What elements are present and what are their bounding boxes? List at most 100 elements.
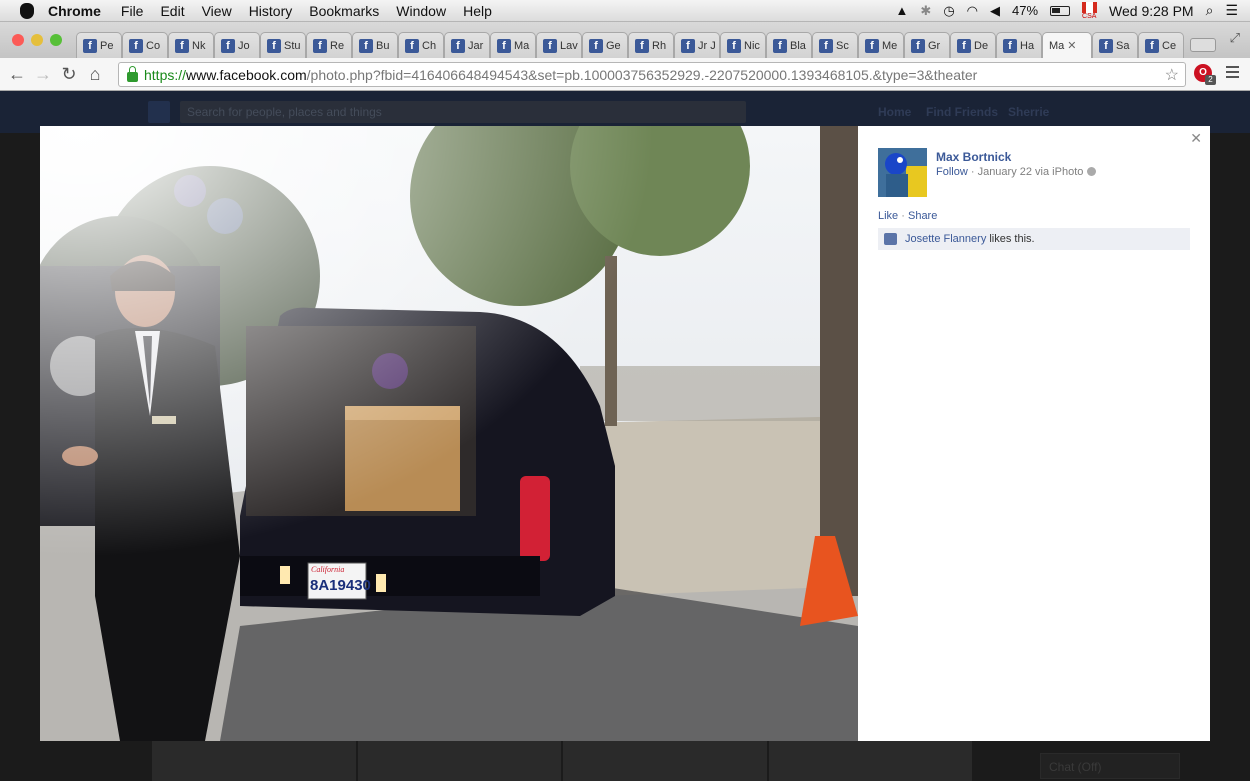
tab[interactable]: f Ge — [582, 32, 628, 58]
photo[interactable]: California 8A19430 — [40, 126, 858, 741]
facebook-favicon-icon: f — [497, 38, 511, 53]
close-icon[interactable]: ✕ — [1190, 130, 1202, 147]
address-bar[interactable]: https:// www.facebook.com /photo.php?fbi… — [118, 62, 1186, 87]
tab[interactable]: f Sa — [1092, 32, 1138, 58]
chrome-menu-icon[interactable] — [1226, 66, 1239, 81]
nav-user[interactable]: Sherrie — [1008, 105, 1049, 119]
share-link[interactable]: Share — [908, 210, 937, 222]
facebook-favicon-icon: f — [129, 38, 143, 53]
nav-home[interactable]: Home — [878, 105, 911, 119]
chat-bar[interactable]: Chat (Off) — [1040, 753, 1180, 779]
facebook-favicon-icon: f — [359, 38, 373, 53]
tab[interactable]: f Jr J — [674, 32, 720, 58]
tab-close-icon[interactable]: ✕ — [1067, 39, 1076, 52]
url-host: www.facebook.com — [186, 66, 307, 83]
license-plate-text: 8A19430 — [310, 577, 371, 594]
menu-file[interactable]: File — [121, 3, 144, 19]
thumbnail[interactable] — [152, 740, 356, 781]
reload-button[interactable]: ↻ — [56, 64, 82, 85]
time-machine-icon[interactable]: ◷ — [943, 3, 954, 19]
minimize-window-button[interactable] — [31, 34, 43, 46]
like-link[interactable]: Like — [878, 210, 898, 222]
tab[interactable]: f Nk — [168, 32, 214, 58]
photo-thumbnail-strip — [152, 740, 972, 781]
lock-icon[interactable] — [127, 65, 138, 82]
tab[interactable]: f Me — [858, 32, 904, 58]
url-path: /photo.php?fbid=416406648494543&set=pb.1… — [306, 66, 978, 83]
tab-label: Ce — [1162, 39, 1177, 52]
plate-state-label: California — [311, 565, 344, 574]
photo-actions: Like · Share — [878, 210, 937, 222]
menu-help[interactable]: Help — [463, 3, 492, 19]
tab[interactable]: f Nic — [720, 32, 766, 58]
tab-label: Nic — [744, 39, 760, 52]
thumbnail[interactable] — [768, 740, 972, 781]
thumbnail[interactable] — [357, 740, 561, 781]
tab[interactable]: f Ha — [996, 32, 1042, 58]
apple-icon[interactable] — [20, 2, 34, 19]
tab-label: Ma — [1049, 39, 1065, 52]
input-flag-icon[interactable] — [1082, 1, 1098, 13]
facebook-favicon-icon: f — [635, 38, 649, 53]
home-button[interactable]: ⌂ — [82, 64, 108, 85]
liker-name-link[interactable]: Josette Flannery — [905, 233, 986, 245]
facebook-favicon-icon: f — [221, 38, 235, 53]
search-input[interactable]: Search for people, places and things — [180, 101, 746, 123]
tab[interactable]: f Jo — [214, 32, 260, 58]
photo-theater: California 8A19430 ✕ Max Bortnick Follow… — [40, 126, 1210, 741]
nav-find-friends[interactable]: Find Friends — [926, 105, 998, 119]
tab-label: Ma — [514, 39, 530, 52]
menu-view[interactable]: View — [202, 3, 232, 19]
facebook-favicon-icon: f — [267, 38, 281, 53]
tab[interactable]: f Re — [306, 32, 352, 58]
menu-window[interactable]: Window — [396, 3, 446, 19]
fullscreen-icon[interactable]: ⤢ — [1230, 30, 1240, 46]
wifi-icon[interactable]: ◠ — [967, 3, 978, 19]
bookmark-star-icon[interactable]: ☆ — [1165, 65, 1179, 85]
spotlight-icon[interactable]: ⌕ — [1206, 2, 1214, 19]
follow-link[interactable]: Follow — [936, 166, 968, 178]
bluetooth-icon[interactable]: ✱ — [920, 3, 931, 19]
battery-icon[interactable] — [1050, 5, 1071, 16]
volume-icon[interactable]: ◀ — [990, 3, 1000, 19]
thumbnail[interactable] — [563, 740, 767, 781]
tab[interactable]: f Stu — [260, 32, 306, 58]
tab-active[interactable]: Ma ✕ — [1042, 32, 1092, 58]
tab[interactable]: f Rh — [628, 32, 674, 58]
flashlight-icon[interactable]: ▲ — [896, 3, 909, 18]
menu-history[interactable]: History — [249, 3, 293, 19]
menu-app-chrome[interactable]: Chrome — [48, 3, 101, 19]
tab[interactable]: f Sc — [812, 32, 858, 58]
tab[interactable]: f Ce — [1138, 32, 1184, 58]
forward-button[interactable]: → — [30, 64, 56, 85]
back-button[interactable]: ← — [4, 64, 30, 85]
zoom-window-button[interactable] — [50, 34, 62, 46]
tab-label: Co — [146, 39, 161, 52]
battery-percent: 47% — [1012, 3, 1039, 18]
menubar-clock[interactable]: Wed 9:28 PM — [1109, 3, 1194, 19]
tab[interactable]: f Pe — [76, 32, 122, 58]
tab[interactable]: f Ma — [490, 32, 536, 58]
extension-badge: 2 — [1205, 75, 1216, 85]
tab[interactable]: f De — [950, 32, 996, 58]
close-window-button[interactable] — [12, 34, 24, 46]
new-tab-button[interactable] — [1190, 38, 1216, 52]
globe-icon[interactable] — [1087, 167, 1097, 176]
notification-center-icon[interactable]: ☰ — [1225, 2, 1238, 19]
hearse-photo: California 8A19430 — [40, 126, 858, 741]
tab[interactable]: f Bu — [352, 32, 398, 58]
facebook-favicon-icon: f — [1099, 38, 1113, 53]
avatar[interactable] — [878, 148, 927, 197]
menu-edit[interactable]: Edit — [160, 3, 184, 19]
menu-bookmarks[interactable]: Bookmarks — [309, 3, 379, 19]
facebook-logo-icon[interactable] — [148, 101, 170, 123]
tab[interactable]: f Bla — [766, 32, 812, 58]
tab-label: Ch — [422, 39, 437, 52]
tab[interactable]: f Ch — [398, 32, 444, 58]
tab[interactable]: f Gr — [904, 32, 950, 58]
tab[interactable]: f Co — [122, 32, 168, 58]
tab[interactable]: f Jar — [444, 32, 490, 58]
facebook-favicon-icon: f — [543, 38, 557, 53]
photo-author-link[interactable]: Max Bortnick — [936, 150, 1011, 164]
tab[interactable]: f Lav — [536, 32, 582, 58]
